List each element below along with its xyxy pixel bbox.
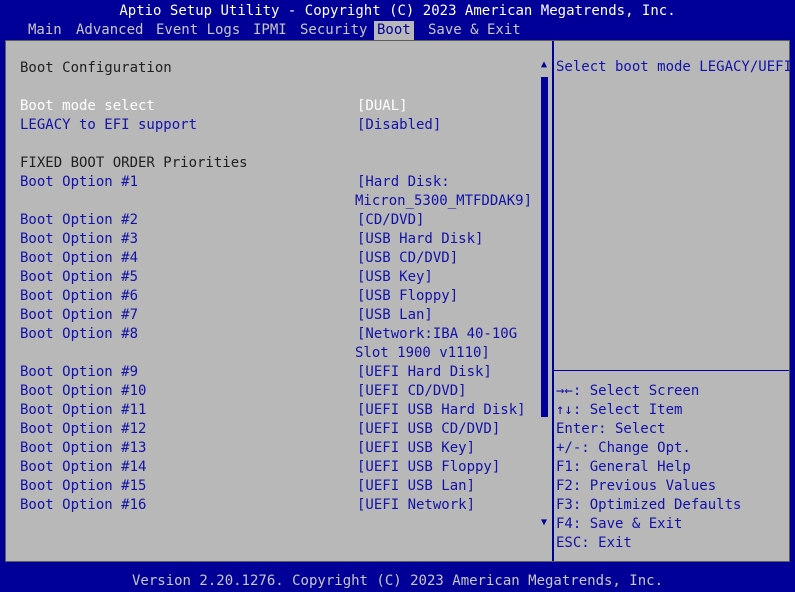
key-hint: →←: Select Screen — [556, 383, 700, 399]
scrollbar[interactable]: ▲ ▼ — [538, 59, 550, 533]
boot-option-label[interactable]: Boot Option #8 — [20, 325, 138, 344]
boot-option-label[interactable]: Boot Option #4 — [20, 249, 138, 268]
boot-option-label[interactable]: Boot Option #10 — [20, 382, 146, 401]
key-hint: F4: Save & Exit — [556, 516, 683, 532]
boot-option-label[interactable]: Boot Option #1 — [20, 173, 138, 192]
tab-main[interactable]: Main — [25, 21, 65, 40]
boot-option-value[interactable]: [Hard Disk: — [357, 173, 450, 192]
help-text: Select boot mode LEGACY/UEFI — [556, 59, 793, 75]
boot-option-label[interactable]: Boot Option #14 — [20, 458, 146, 477]
boot-option-value-cont[interactable]: Slot 1900 v1110] — [355, 344, 490, 363]
boot-option-value-cont[interactable]: Micron_5300_MTFDDAK9] — [355, 192, 532, 211]
boot-option-label[interactable]: Boot Option #12 — [20, 420, 146, 439]
key-hint: F3: Optimized Defaults — [556, 497, 742, 513]
key-hint: +/-: Change Opt. — [556, 440, 691, 456]
boot-option-value[interactable]: [UEFI USB Key] — [357, 439, 475, 458]
boot-mode-value[interactable]: [DUAL] — [357, 97, 408, 116]
boot-option-label[interactable]: Boot Option #9 — [20, 363, 138, 382]
footer-version: Version 2.20.1276. Copyright (C) 2023 Am… — [131, 573, 663, 589]
help-divider — [554, 370, 789, 371]
tab-ipmi[interactable]: IPMI — [250, 21, 290, 40]
boot-option-value[interactable]: [UEFI USB CD/DVD] — [357, 420, 500, 439]
boot-option-value[interactable]: [USB Key] — [357, 268, 433, 287]
boot-option-label[interactable]: Boot Option #5 — [20, 268, 138, 287]
section-title: Boot Configuration — [20, 60, 172, 76]
tab-event-logs[interactable]: Event Logs — [153, 21, 243, 40]
boot-option-value[interactable]: [UEFI USB Floppy] — [357, 458, 500, 477]
boot-option-label[interactable]: Boot Option #6 — [20, 287, 138, 306]
tab-save-exit[interactable]: Save & Exit — [425, 21, 524, 40]
help-pane: Select boot mode LEGACY/UEFI →←: Select … — [554, 41, 793, 561]
tab-security[interactable]: Security — [297, 21, 370, 40]
boot-option-label[interactable]: Boot Option #11 — [20, 401, 146, 420]
boot-option-label[interactable]: Boot Option #16 — [20, 496, 146, 515]
key-hint: F1: General Help — [556, 459, 691, 475]
boot-option-value[interactable]: [UEFI Network] — [357, 496, 475, 515]
window-title: Aptio Setup Utility - Copyright (C) 2023… — [119, 3, 676, 19]
scroll-thumb[interactable] — [541, 77, 548, 417]
boot-option-value[interactable]: [UEFI USB Lan] — [357, 477, 475, 496]
boot-option-value[interactable]: [USB Lan] — [357, 306, 433, 325]
boot-mode-label[interactable]: Boot mode select — [20, 97, 155, 116]
boot-option-label[interactable]: Boot Option #3 — [20, 230, 138, 249]
boot-option-label[interactable]: Boot Option #15 — [20, 477, 146, 496]
legacy-efi-label[interactable]: LEGACY to EFI support — [20, 116, 197, 135]
key-hint: ESC: Exit — [556, 535, 632, 551]
boot-option-value[interactable]: [Network:IBA 40-10G — [357, 325, 517, 344]
key-hint: ↑↓: Select Item — [556, 402, 683, 418]
boot-option-label[interactable]: Boot Option #13 — [20, 439, 146, 458]
boot-option-value[interactable]: [USB CD/DVD] — [357, 249, 458, 268]
settings-pane: Boot Configuration Boot mode select [DUA… — [6, 41, 553, 561]
boot-option-label[interactable]: Boot Option #7 — [20, 306, 138, 325]
fixed-order-title: FIXED BOOT ORDER Priorities — [20, 155, 248, 171]
boot-option-value[interactable]: [USB Floppy] — [357, 287, 458, 306]
boot-option-label[interactable]: Boot Option #2 — [20, 211, 138, 230]
legacy-efi-value[interactable]: [Disabled] — [357, 116, 441, 135]
scroll-down-icon[interactable]: ▼ — [538, 517, 550, 529]
boot-option-value[interactable]: [UEFI CD/DVD] — [357, 382, 467, 401]
key-hint: Enter: Select — [556, 421, 666, 437]
boot-option-value[interactable]: [USB Hard Disk] — [357, 230, 483, 249]
scroll-up-icon[interactable]: ▲ — [538, 59, 550, 71]
boot-option-value[interactable]: [UEFI Hard Disk] — [357, 363, 492, 382]
boot-option-value[interactable]: [CD/DVD] — [357, 211, 424, 230]
key-hint: F2: Previous Values — [556, 478, 717, 494]
tab-bar: Main Advanced Event Logs IPMI Security B… — [0, 21, 795, 40]
tab-advanced[interactable]: Advanced — [73, 21, 146, 40]
tab-boot[interactable]: Boot — [374, 21, 414, 40]
boot-option-value[interactable]: [UEFI USB Hard Disk] — [357, 401, 526, 420]
main-panel: Boot Configuration Boot mode select [DUA… — [5, 40, 793, 562]
